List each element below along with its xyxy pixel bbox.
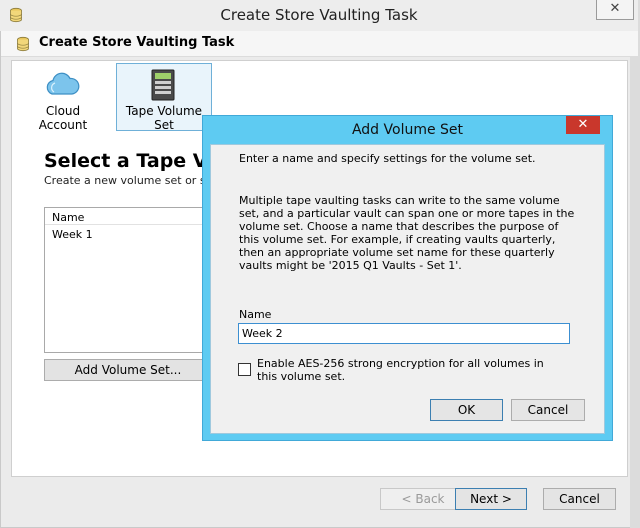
dialog-title: Add Volume Set — [351, 122, 464, 138]
window-close-button[interactable]: ✕ — [596, 0, 634, 20]
name-label: Name — [239, 308, 272, 321]
add-volume-set-button[interactable]: Add Volume Set... — [44, 359, 212, 381]
dialog-description: Multiple tape vaulting tasks can write t… — [239, 194, 575, 272]
dialog-close-button[interactable]: ✕ — [566, 116, 600, 134]
list-column-header[interactable]: Name — [52, 211, 84, 224]
dialog-cancel-button[interactable]: Cancel — [511, 399, 585, 421]
header-title: Create Store Vaulting Task — [39, 35, 235, 50]
database-icon — [8, 7, 24, 23]
list-item[interactable]: Week 1 — [52, 228, 93, 241]
tab-cloud-account[interactable]: Cloud Account — [20, 64, 106, 132]
database-icon — [15, 36, 31, 52]
dialog-body — [210, 144, 605, 434]
encryption-checkbox-label[interactable]: Enable AES-256 strong encryption for all… — [257, 357, 557, 383]
page-title: Select a Tape Vo — [44, 150, 220, 172]
tab-label: Tape Volume Set — [125, 104, 203, 132]
background-window-edge — [630, 0, 640, 528]
tab-label: Cloud Account — [38, 104, 88, 132]
dialog-intro-text: Enter a name and specify settings for th… — [239, 152, 536, 165]
cancel-button[interactable]: Cancel — [543, 488, 616, 510]
window-titlebar: Create Store Vaulting Task — [0, 0, 638, 31]
volume-set-name-input[interactable] — [238, 323, 570, 344]
cloud-icon — [46, 72, 80, 95]
next-button[interactable]: Next > — [455, 488, 527, 510]
tab-tape-volume-set[interactable]: Tape Volume Set — [116, 63, 212, 132]
back-button[interactable]: < Back — [380, 488, 466, 510]
ok-button[interactable]: OK — [430, 399, 503, 421]
page-subtitle: Create a new volume set or sele — [44, 174, 223, 187]
window-title: Create Store Vaulting Task — [220, 6, 418, 24]
encryption-checkbox[interactable] — [238, 363, 251, 376]
list-header-divider — [45, 224, 203, 225]
tape-library-icon — [151, 69, 175, 101]
